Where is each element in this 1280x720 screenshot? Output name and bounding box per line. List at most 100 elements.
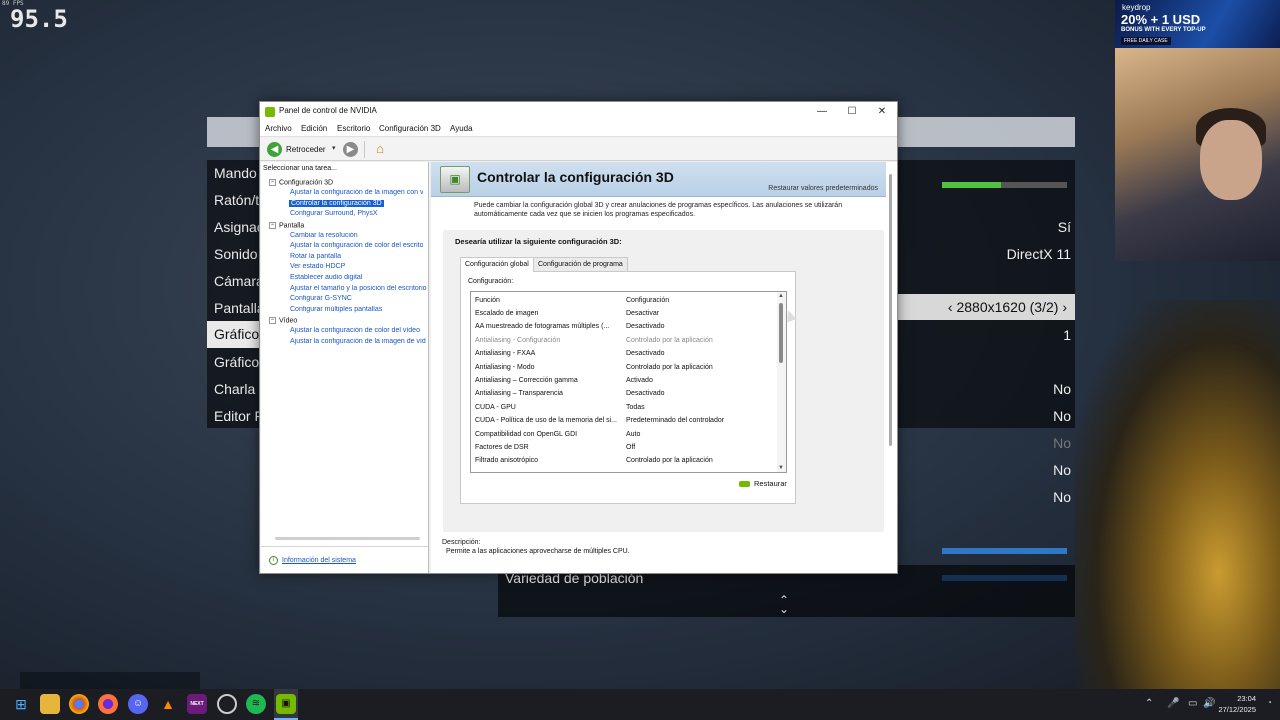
menu-ayuda[interactable]: Ayuda xyxy=(450,124,473,133)
tab-program-settings[interactable]: Configuración de programa xyxy=(533,257,628,272)
collapse-icon[interactable]: − xyxy=(269,222,276,229)
task-link[interactable]: Ajustar el tamaño y la posición del escr… xyxy=(290,285,427,292)
task-link[interactable]: Rotar la pantalla xyxy=(290,253,341,260)
tree-group-video[interactable]: − Vídeo xyxy=(269,317,297,324)
tree-group-label: Vídeo xyxy=(279,317,298,325)
setting-row[interactable]: Compatibilidad con OpenGL GDI Auto xyxy=(471,428,779,441)
setting-row[interactable]: Antialiasing - FXAA Desactivado xyxy=(471,347,779,360)
setting-row[interactable]: Antialiasing - Modo Controlado por la apl… xyxy=(471,361,779,374)
setting-row[interactable]: Filtrado anisotrópico Controlado por la a… xyxy=(471,454,779,467)
forward-arrow-icon[interactable]: ▶ xyxy=(343,142,358,157)
volume-icon[interactable]: 🔊 xyxy=(1203,698,1215,709)
maximize-button[interactable]: ☐ xyxy=(837,102,867,122)
game-value: No xyxy=(1053,489,1071,505)
menu-archivo[interactable]: Archivo xyxy=(265,124,292,133)
task-link[interactable]: Cambiar la resolución xyxy=(290,232,358,239)
page-header: ▣ Controlar la configuración 3D Restaura… xyxy=(431,162,886,197)
setting-row[interactable]: Antialiasing – Transparencia Desactivado xyxy=(471,387,779,400)
scroll-up-icon[interactable]: ▲ xyxy=(778,293,784,299)
firefox-icon[interactable] xyxy=(98,694,118,714)
notification-icon[interactable]: ◔ xyxy=(1267,698,1272,707)
tree-group-pantalla[interactable]: − Pantalla xyxy=(269,222,304,229)
setting-value: Off xyxy=(626,444,636,451)
game-menu-item-mando[interactable]: Mando xyxy=(214,162,257,184)
setting-row[interactable]: CUDA - GPU Todas xyxy=(471,401,779,414)
settings-list-label: Configuración: xyxy=(468,278,514,285)
game-menu-item-graficos[interactable]: Gráfico xyxy=(207,321,267,348)
restore-button[interactable]: Restaurar xyxy=(736,477,787,491)
explorer-icon[interactable] xyxy=(40,694,60,714)
back-history-dropdown-icon[interactable]: ▾ xyxy=(332,144,336,152)
game-setting-slider[interactable] xyxy=(942,182,1067,188)
nvidia-icon[interactable]: ▣ xyxy=(276,694,296,714)
steam-icon[interactable] xyxy=(217,694,237,714)
task-link[interactable]: Ajustar la configuración de la imagen co… xyxy=(290,189,423,196)
task-panel-title: Seleccionar una tarea... xyxy=(263,165,337,172)
discord-icon[interactable]: ☺ xyxy=(128,694,148,714)
game-menu-item-raton[interactable]: Ratón/t xyxy=(214,189,259,211)
setting-row[interactable]: Antialiasing - Configuración Controlado p… xyxy=(471,334,779,347)
setting-row[interactable]: Antialiasing – Corrección gamma Activado xyxy=(471,374,779,387)
scroll-thumb[interactable] xyxy=(779,303,783,363)
menu-escritorio[interactable]: Escritorio xyxy=(337,124,370,133)
minimize-button[interactable]: — xyxy=(807,102,837,122)
game-menu-item-camara[interactable]: Cámara xyxy=(214,270,264,292)
settings-list-scrollbar[interactable]: ▲ ▼ xyxy=(777,292,786,472)
collapse-icon[interactable]: − xyxy=(269,317,276,324)
task-panel-scrollbar[interactable] xyxy=(275,537,420,540)
task-link[interactable]: Ver estado HDCP xyxy=(290,263,345,270)
microphone-icon[interactable]: 🎤 xyxy=(1167,698,1179,709)
menu-configuracion-3d[interactable]: Configuración 3D xyxy=(379,124,441,133)
game-menu-item-graficos-avanzados[interactable]: Gráfico xyxy=(214,351,259,373)
collapse-icon[interactable]: − xyxy=(269,179,276,186)
restore-defaults-link[interactable]: Restaurar valores predeterminados xyxy=(768,185,878,192)
sponsor-headline: 20% + 1 USD xyxy=(1121,12,1201,27)
task-link[interactable]: Configurar Surround, PhysX xyxy=(290,210,378,217)
clock[interactable]: 23:04 27/12/2025 xyxy=(1218,693,1256,715)
menu-edicion[interactable]: Edición xyxy=(301,124,327,133)
network-icon[interactable]: ▭ xyxy=(1188,698,1197,709)
settings-list[interactable]: Función Configuración Escalado de imagen… xyxy=(470,291,787,473)
game-value: 1 xyxy=(1063,327,1071,343)
task-link[interactable]: Ajustar la configuración de color del ví… xyxy=(290,327,420,334)
description-text: Permite a las aplicaciones aprovecharse … xyxy=(446,548,630,555)
game-value: No xyxy=(1053,462,1071,478)
chrome-icon[interactable] xyxy=(69,694,89,714)
game-menu-item-pantalla[interactable]: Pantalla xyxy=(214,297,265,319)
task-link[interactable]: Ajustar la configuración de la imagen de… xyxy=(290,338,426,345)
start-icon[interactable]: ⊞ xyxy=(11,694,31,714)
tab-global-settings[interactable]: Configuración global xyxy=(460,257,534,272)
task-link[interactable]: Ajustar la configuración de color del es… xyxy=(290,242,423,249)
tree-group-3d[interactable]: − Configuración 3D xyxy=(269,179,333,186)
setting-feature: Factores de DSR xyxy=(475,444,529,451)
chevron-right-icon[interactable]: › xyxy=(1058,299,1067,315)
spotify-icon[interactable]: ≋ xyxy=(246,694,266,714)
task-link-selected[interactable]: Controlar la configuración 3D xyxy=(289,200,384,207)
setting-row[interactable]: AA muestreado de fotogramas múltiples (.… xyxy=(471,320,779,333)
game-value: No xyxy=(1053,381,1071,397)
scroll-updown-icon[interactable]: ⌃ ⌄ xyxy=(779,594,789,615)
scroll-down-icon[interactable]: ▼ xyxy=(778,465,784,471)
task-link[interactable]: Configurar múltiples pantallas xyxy=(290,306,382,313)
task-link[interactable]: Configurar G-SYNC xyxy=(290,295,352,302)
next-icon[interactable]: NEXT xyxy=(187,694,207,714)
setting-row[interactable]: Escalado de imagen Desactivar xyxy=(471,307,779,320)
home-icon[interactable]: ⌂ xyxy=(372,141,388,157)
game-menu-item-editor[interactable]: Editor F xyxy=(214,405,263,427)
tray-overflow-icon[interactable]: ⌃ xyxy=(1145,698,1153,709)
back-arrow-icon[interactable]: ◀ xyxy=(267,142,282,157)
main-panel-scrollbar[interactable] xyxy=(889,174,892,446)
task-link[interactable]: Establecer audio digital xyxy=(290,274,362,281)
back-button-label[interactable]: Retroceder xyxy=(286,145,326,154)
close-button[interactable]: ✕ xyxy=(867,102,897,122)
game-menu-item-sonido[interactable]: Sonido xyxy=(214,243,258,265)
title-bar[interactable]: Panel de control de NVIDIA — ☐ ✕ xyxy=(260,102,897,122)
setting-row[interactable]: Factores de DSR Off xyxy=(471,441,779,454)
settings-list-header: Función Configuración xyxy=(471,294,779,307)
resolution-selector[interactable]: ‹ 2880x1620 (3/2) › xyxy=(897,294,1075,320)
setting-row[interactable]: CUDA - Política de uso de la memoria del… xyxy=(471,414,779,427)
game-setting-bar[interactable] xyxy=(942,548,1067,554)
vlc-icon[interactable]: ▲ xyxy=(158,694,178,714)
game-menu-item-asignacion[interactable]: Asignac xyxy=(214,216,264,238)
system-info-link[interactable]: Información del sistema xyxy=(282,557,356,564)
